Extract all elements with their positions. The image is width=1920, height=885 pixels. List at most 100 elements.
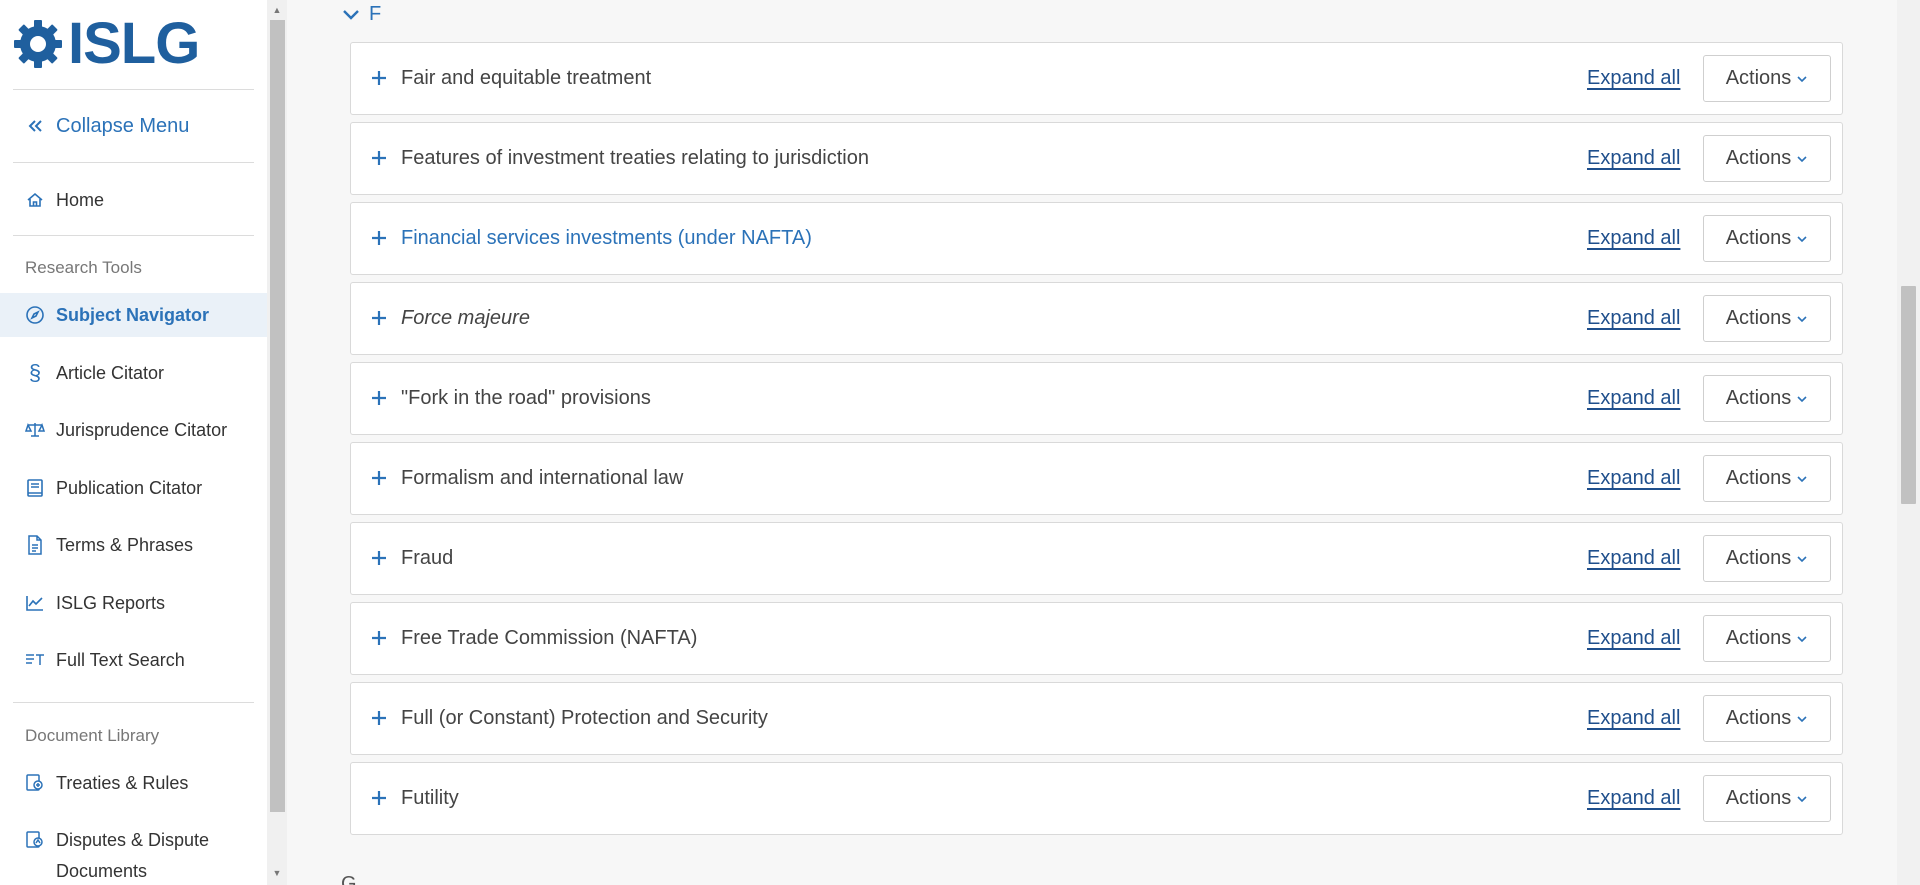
sidebar-item-publication-citator[interactable]: Publication Citator xyxy=(0,466,267,510)
next-letter-heading[interactable]: G xyxy=(341,873,357,885)
chart-line-icon xyxy=(24,592,46,614)
sidebar-scrollbar-thumb[interactable] xyxy=(270,20,285,812)
actions-label: Actions xyxy=(1725,547,1792,569)
actions-dropdown-button[interactable]: Actions xyxy=(1703,215,1831,262)
sidebar-item-subject-navigator[interactable]: Subject Navigator xyxy=(0,293,267,337)
page-scrollbar-thumb[interactable] xyxy=(1901,286,1916,504)
plus-icon[interactable] xyxy=(367,786,391,810)
sidebar-item-article-citator[interactable]: § Article Citator xyxy=(0,351,267,395)
plus-icon[interactable] xyxy=(367,306,391,330)
plus-icon[interactable] xyxy=(367,626,391,650)
expand-all-link[interactable]: Expand all xyxy=(1587,467,1680,490)
double-chevron-left-icon xyxy=(24,115,46,137)
scroll-down-arrow-icon[interactable]: ▼ xyxy=(272,868,282,878)
actions-dropdown-button[interactable]: Actions xyxy=(1703,55,1831,102)
chevron-down-icon xyxy=(1797,235,1807,242)
logo[interactable]: ISLG xyxy=(12,11,200,76)
expand-all-link[interactable]: Expand all xyxy=(1587,147,1680,170)
topic-label[interactable]: Force majeure xyxy=(401,307,530,330)
topic-label[interactable]: "Fork in the road" provisions xyxy=(401,387,651,410)
sidebar-item-home[interactable]: Home xyxy=(0,178,267,222)
topic-label[interactable]: Financial services investments (under NA… xyxy=(401,227,812,250)
collapse-menu-label: Collapse Menu xyxy=(56,114,190,137)
actions-label: Actions xyxy=(1725,387,1792,409)
divider xyxy=(13,235,254,236)
chevron-down-icon xyxy=(1797,715,1807,722)
plus-icon[interactable] xyxy=(367,466,391,490)
actions-dropdown-button[interactable]: Actions xyxy=(1703,135,1831,182)
scroll-up-arrow-icon[interactable]: ▲ xyxy=(272,5,282,15)
topic-row: Formalism and international law Expand al… xyxy=(350,442,1843,515)
main-content: F Fair and equitable treatment Expand all… xyxy=(287,0,1897,885)
actions-label: Actions xyxy=(1725,227,1792,249)
topic-label[interactable]: Full (or Constant) Protection and Securi… xyxy=(401,707,768,730)
actions-dropdown-button[interactable]: Actions xyxy=(1703,455,1831,502)
expand-all-link[interactable]: Expand all xyxy=(1587,547,1680,570)
expand-all-link[interactable]: Expand all xyxy=(1587,67,1680,90)
sidebar-item-treaties-rules[interactable]: Treaties & Rules xyxy=(0,761,267,805)
sidebar-item-label: Jurisprudence Citator xyxy=(56,419,228,440)
actions-dropdown-button[interactable]: Actions xyxy=(1703,695,1831,742)
sidebar-item-disputes[interactable]: Disputes & Dispute Documents xyxy=(0,815,267,885)
topic-row: Force majeure Expand all Actions xyxy=(350,282,1843,355)
expand-all-link[interactable]: Expand all xyxy=(1587,307,1680,330)
actions-label: Actions xyxy=(1725,707,1792,729)
sidebar-item-label: Article Citator xyxy=(56,362,165,383)
chevron-down-icon xyxy=(1797,315,1807,322)
topic-label[interactable]: Fair and equitable treatment xyxy=(401,67,651,90)
actions-dropdown-button[interactable]: Actions xyxy=(1703,375,1831,422)
expand-all-link[interactable]: Expand all xyxy=(1587,707,1680,730)
expand-all-link[interactable]: Expand all xyxy=(1587,387,1680,410)
letter-section-toggle[interactable]: F xyxy=(341,3,381,26)
actions-label: Actions xyxy=(1725,147,1792,169)
sidebar-item-label: Treaties & Rules xyxy=(56,772,189,793)
actions-dropdown-button[interactable]: Actions xyxy=(1703,535,1831,582)
document-icon xyxy=(24,534,46,556)
chevron-down-icon xyxy=(1797,395,1807,402)
expand-all-link[interactable]: Expand all xyxy=(1587,627,1680,650)
sidebar-item-jurisprudence-citator[interactable]: Jurisprudence Citator xyxy=(0,408,267,452)
expand-all-link[interactable]: Expand all xyxy=(1587,227,1680,250)
actions-dropdown-button[interactable]: Actions xyxy=(1703,615,1831,662)
plus-icon[interactable] xyxy=(367,546,391,570)
actions-dropdown-button[interactable]: Actions xyxy=(1703,295,1831,342)
plus-icon[interactable] xyxy=(367,66,391,90)
topic-label[interactable]: Features of investment treaties relating… xyxy=(401,147,869,170)
divider xyxy=(13,702,254,703)
topic-row: Futility Expand all Actions xyxy=(350,762,1843,835)
plus-icon[interactable] xyxy=(367,386,391,410)
topic-row: Full (or Constant) Protection and Securi… xyxy=(350,682,1843,755)
actions-dropdown-button[interactable]: Actions xyxy=(1703,775,1831,822)
sidebar-item-full-text-search[interactable]: Full Text Search xyxy=(0,638,267,682)
divider xyxy=(13,162,254,163)
scales-icon xyxy=(24,419,46,441)
actions-label: Actions xyxy=(1725,627,1792,649)
chevron-down-icon xyxy=(1797,475,1807,482)
topic-row: Features of investment treaties relating… xyxy=(350,122,1843,195)
topic-row: Fair and equitable treatment Expand all Ac… xyxy=(350,42,1843,115)
collapse-menu-button[interactable]: Collapse Menu xyxy=(0,104,267,148)
sidebar-item-label: Publication Citator xyxy=(56,477,203,498)
compass-icon xyxy=(24,304,46,326)
plus-icon[interactable] xyxy=(367,146,391,170)
logo-text: ISLG xyxy=(68,11,200,76)
sidebar-item-islg-reports[interactable]: ISLG Reports xyxy=(0,581,267,625)
topic-label[interactable]: Fraud xyxy=(401,547,453,570)
section-title-document-library: Document Library xyxy=(25,726,160,745)
book-icon xyxy=(24,477,46,499)
sidebar-item-label: ISLG Reports xyxy=(56,592,166,613)
sidebar-item-label: Subject Navigator xyxy=(56,304,210,325)
actions-label: Actions xyxy=(1725,787,1792,809)
topic-label[interactable]: Formalism and international law xyxy=(401,467,683,490)
sidebar-item-terms-phrases[interactable]: Terms & Phrases xyxy=(0,523,267,567)
topic-label[interactable]: Free Trade Commission (NAFTA) xyxy=(401,627,697,650)
home-icon xyxy=(24,189,46,211)
plus-icon[interactable] xyxy=(367,226,391,250)
expand-all-link[interactable]: Expand all xyxy=(1587,787,1680,810)
plus-icon[interactable] xyxy=(367,706,391,730)
chevron-down-icon xyxy=(343,9,359,20)
topic-label[interactable]: Futility xyxy=(401,787,459,810)
chevron-down-icon xyxy=(1797,155,1807,162)
actions-label: Actions xyxy=(1725,467,1792,489)
sidebar: ISLG Collapse Menu Home Research Tools S… xyxy=(0,0,267,885)
